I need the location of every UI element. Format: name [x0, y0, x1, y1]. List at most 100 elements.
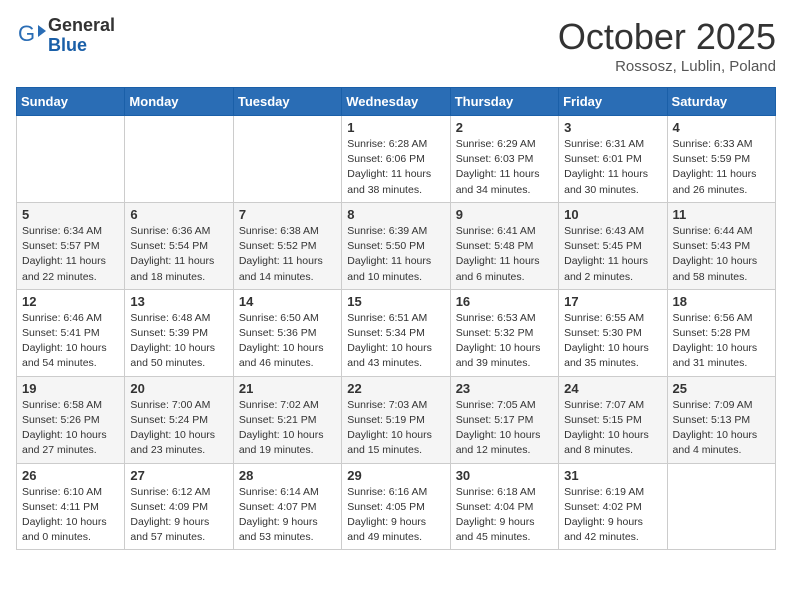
calendar-cell: 28 Sunrise: 6:14 AM Sunset: 4:07 PM Dayli…: [233, 463, 341, 550]
calendar-cell: 10 Sunrise: 6:43 AM Sunset: 5:45 PM Dayli…: [559, 202, 667, 289]
day-info: Sunrise: 6:36 AM Sunset: 5:54 PM Dayligh…: [130, 224, 227, 285]
calendar-cell: 12Sunrise: 6:46 AM Sunset: 5:41 PM Dayli…: [17, 289, 125, 376]
day-info: Sunrise: 7:05 AM Sunset: 5:17 PM Dayligh…: [456, 398, 553, 459]
day-info: Sunrise: 6:33 AM Sunset: 5:59 PM Dayligh…: [673, 137, 770, 198]
logo-general: General: [48, 15, 115, 35]
day-info: Sunrise: 7:02 AM Sunset: 5:21 PM Dayligh…: [239, 398, 336, 459]
calendar-cell: 29 Sunrise: 6:16 AM Sunset: 4:05 PM Dayli…: [342, 463, 450, 550]
day-info: Sunrise: 6:43 AM Sunset: 5:45 PM Dayligh…: [564, 224, 661, 285]
calendar-week-row: 26Sunrise: 6:10 AM Sunset: 4:11 PM Dayli…: [17, 463, 776, 550]
title-block: October 2025 Rossosz, Lublin, Poland: [558, 16, 776, 75]
day-info: Sunrise: 7:00 AM Sunset: 5:24 PM Dayligh…: [130, 398, 227, 459]
calendar-cell: 27 Sunrise: 6:12 AM Sunset: 4:09 PM Dayli…: [125, 463, 233, 550]
day-info: Sunrise: 6:56 AM Sunset: 5:28 PM Dayligh…: [673, 311, 770, 372]
day-number: 17: [564, 294, 661, 309]
calendar-week-row: 1 Sunrise: 6:28 AM Sunset: 6:06 PM Daylig…: [17, 116, 776, 203]
day-info: Sunrise: 6:55 AM Sunset: 5:30 PM Dayligh…: [564, 311, 661, 372]
day-number: 28: [239, 468, 336, 483]
day-number: 9: [456, 207, 553, 222]
weekday-header: Saturday: [667, 88, 775, 116]
day-info: Sunrise: 6:39 AM Sunset: 5:50 PM Dayligh…: [347, 224, 444, 285]
calendar-cell: 8 Sunrise: 6:39 AM Sunset: 5:50 PM Daylig…: [342, 202, 450, 289]
day-info: Sunrise: 6:46 AM Sunset: 5:41 PM Dayligh…: [22, 311, 119, 372]
calendar-cell: 24Sunrise: 7:07 AM Sunset: 5:15 PM Dayli…: [559, 376, 667, 463]
weekday-header: Sunday: [17, 88, 125, 116]
calendar-cell: 31Sunrise: 6:19 AM Sunset: 4:02 PM Dayli…: [559, 463, 667, 550]
calendar-cell: [125, 116, 233, 203]
day-info: Sunrise: 7:03 AM Sunset: 5:19 PM Dayligh…: [347, 398, 444, 459]
calendar-cell: 26Sunrise: 6:10 AM Sunset: 4:11 PM Dayli…: [17, 463, 125, 550]
day-number: 6: [130, 207, 227, 222]
day-info: Sunrise: 6:16 AM Sunset: 4:05 PM Dayligh…: [347, 485, 444, 546]
calendar-cell: 3Sunrise: 6:31 AM Sunset: 6:01 PM Daylig…: [559, 116, 667, 203]
day-info: Sunrise: 6:31 AM Sunset: 6:01 PM Dayligh…: [564, 137, 661, 198]
day-number: 25: [673, 381, 770, 396]
day-number: 19: [22, 381, 119, 396]
day-number: 21: [239, 381, 336, 396]
day-number: 4: [673, 120, 770, 135]
day-number: 13: [130, 294, 227, 309]
calendar-cell: 11 Sunrise: 6:44 AM Sunset: 5:43 PM Dayli…: [667, 202, 775, 289]
logo-text: General Blue: [48, 16, 115, 56]
weekday-header: Friday: [559, 88, 667, 116]
day-info: Sunrise: 6:19 AM Sunset: 4:02 PM Dayligh…: [564, 485, 661, 546]
day-info: Sunrise: 6:50 AM Sunset: 5:36 PM Dayligh…: [239, 311, 336, 372]
calendar-cell: 22 Sunrise: 7:03 AM Sunset: 5:19 PM Dayli…: [342, 376, 450, 463]
day-info: Sunrise: 6:44 AM Sunset: 5:43 PM Dayligh…: [673, 224, 770, 285]
day-info: Sunrise: 6:28 AM Sunset: 6:06 PM Dayligh…: [347, 137, 444, 198]
day-number: 1: [347, 120, 444, 135]
weekday-header: Thursday: [450, 88, 558, 116]
day-info: Sunrise: 7:09 AM Sunset: 5:13 PM Dayligh…: [673, 398, 770, 459]
day-info: Sunrise: 6:53 AM Sunset: 5:32 PM Dayligh…: [456, 311, 553, 372]
day-number: 11: [673, 207, 770, 222]
calendar-cell: 17 Sunrise: 6:55 AM Sunset: 5:30 PM Dayli…: [559, 289, 667, 376]
day-info: Sunrise: 6:58 AM Sunset: 5:26 PM Dayligh…: [22, 398, 119, 459]
day-number: 10: [564, 207, 661, 222]
calendar-cell: 16 Sunrise: 6:53 AM Sunset: 5:32 PM Dayli…: [450, 289, 558, 376]
calendar-cell: 14 Sunrise: 6:50 AM Sunset: 5:36 PM Dayli…: [233, 289, 341, 376]
day-info: Sunrise: 6:34 AM Sunset: 5:57 PM Dayligh…: [22, 224, 119, 285]
weekday-header: Monday: [125, 88, 233, 116]
day-info: Sunrise: 6:38 AM Sunset: 5:52 PM Dayligh…: [239, 224, 336, 285]
calendar-cell: 20Sunrise: 7:00 AM Sunset: 5:24 PM Dayli…: [125, 376, 233, 463]
day-number: 7: [239, 207, 336, 222]
location: Rossosz, Lublin, Poland: [558, 58, 776, 75]
calendar-cell: 19 Sunrise: 6:58 AM Sunset: 5:26 PM Dayli…: [17, 376, 125, 463]
svg-text:G: G: [18, 21, 35, 46]
day-number: 29: [347, 468, 444, 483]
day-info: Sunrise: 6:10 AM Sunset: 4:11 PM Dayligh…: [22, 485, 119, 546]
day-number: 15: [347, 294, 444, 309]
day-info: Sunrise: 6:12 AM Sunset: 4:09 PM Dayligh…: [130, 485, 227, 546]
calendar-table: SundayMondayTuesdayWednesdayThursdayFrid…: [16, 87, 776, 550]
calendar-cell: 23 Sunrise: 7:05 AM Sunset: 5:17 PM Dayli…: [450, 376, 558, 463]
day-number: 27: [130, 468, 227, 483]
day-number: 23: [456, 381, 553, 396]
day-info: Sunrise: 6:41 AM Sunset: 5:48 PM Dayligh…: [456, 224, 553, 285]
calendar-cell: 1 Sunrise: 6:28 AM Sunset: 6:06 PM Daylig…: [342, 116, 450, 203]
calendar-cell: 15 Sunrise: 6:51 AM Sunset: 5:34 PM Dayli…: [342, 289, 450, 376]
day-info: Sunrise: 6:14 AM Sunset: 4:07 PM Dayligh…: [239, 485, 336, 546]
day-number: 16: [456, 294, 553, 309]
day-number: 22: [347, 381, 444, 396]
day-number: 18: [673, 294, 770, 309]
calendar-week-row: 5 Sunrise: 6:34 AM Sunset: 5:57 PM Daylig…: [17, 202, 776, 289]
logo-icon: G: [16, 21, 46, 51]
calendar-cell: 30Sunrise: 6:18 AM Sunset: 4:04 PM Dayli…: [450, 463, 558, 550]
calendar-cell: [17, 116, 125, 203]
calendar-header-row: SundayMondayTuesdayWednesdayThursdayFrid…: [17, 88, 776, 116]
calendar-cell: 6 Sunrise: 6:36 AM Sunset: 5:54 PM Daylig…: [125, 202, 233, 289]
day-info: Sunrise: 6:51 AM Sunset: 5:34 PM Dayligh…: [347, 311, 444, 372]
day-number: 5: [22, 207, 119, 222]
day-info: Sunrise: 6:29 AM Sunset: 6:03 PM Dayligh…: [456, 137, 553, 198]
day-number: 8: [347, 207, 444, 222]
day-number: 30: [456, 468, 553, 483]
calendar-week-row: 12Sunrise: 6:46 AM Sunset: 5:41 PM Dayli…: [17, 289, 776, 376]
logo: G General Blue: [16, 16, 115, 56]
logo-blue: Blue: [48, 35, 87, 55]
day-number: 14: [239, 294, 336, 309]
calendar-cell: 4 Sunrise: 6:33 AM Sunset: 5:59 PM Daylig…: [667, 116, 775, 203]
day-number: 24: [564, 381, 661, 396]
calendar-cell: 7 Sunrise: 6:38 AM Sunset: 5:52 PM Daylig…: [233, 202, 341, 289]
calendar-cell: [233, 116, 341, 203]
calendar-cell: 18 Sunrise: 6:56 AM Sunset: 5:28 PM Dayli…: [667, 289, 775, 376]
